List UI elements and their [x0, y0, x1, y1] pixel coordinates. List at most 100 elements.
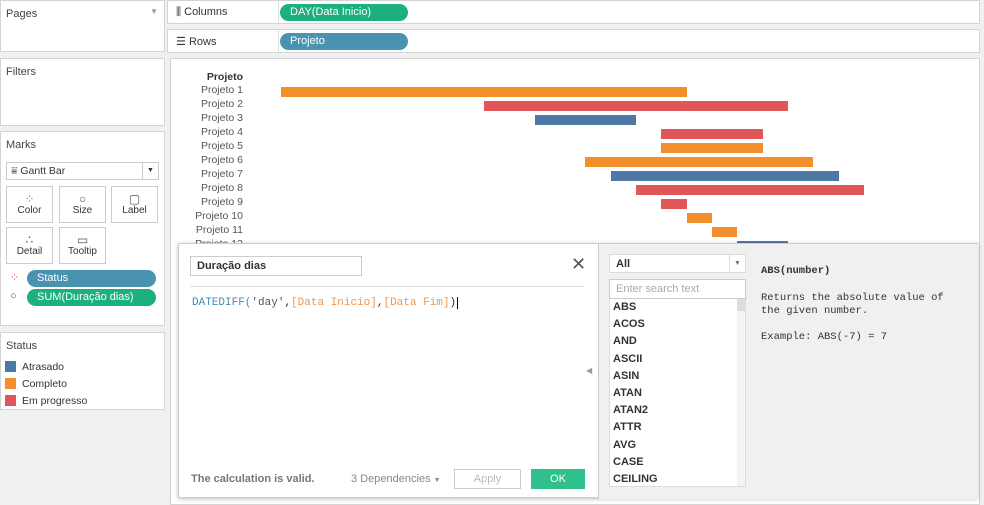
function-item[interactable]: AND — [610, 333, 745, 350]
function-item[interactable]: ACOS — [610, 316, 745, 333]
row-label: Projeto 9 — [200, 196, 243, 208]
legend-item[interactable]: Completo — [5, 378, 67, 390]
detail-label: Detail — [16, 246, 43, 257]
marks-title: Marks — [6, 139, 36, 151]
row-label: Projeto 5 — [200, 140, 243, 152]
label-button[interactable]: ▢ Label — [111, 186, 158, 223]
formula-field: [Data Inicio] — [291, 297, 377, 309]
calc-name-input[interactable]: Duração dias — [190, 256, 362, 276]
detail-button[interactable]: ∴ Detail — [6, 227, 53, 264]
function-item[interactable]: ATAN2 — [610, 402, 745, 419]
gantt-bar[interactable] — [661, 143, 763, 153]
columns-icon: ⫼ — [176, 6, 182, 18]
row-label: Projeto 8 — [200, 182, 243, 194]
category-select[interactable]: All ▼ — [609, 254, 746, 273]
rows-icon: ☰ — [176, 36, 186, 48]
calculation-dialog: Duração dias ✕ DATEDIFF('day',[Data Inic… — [178, 243, 978, 499]
ok-button[interactable]: OK — [531, 469, 585, 489]
legend-label: Atrasado — [22, 361, 65, 373]
function-item[interactable]: AVG — [610, 437, 745, 454]
legend-item[interactable]: Atrasado — [5, 361, 64, 373]
function-item[interactable]: CEILING — [610, 471, 745, 486]
text-cursor — [457, 297, 459, 309]
detail-icon: ∴ — [25, 233, 34, 247]
duration-pill[interactable]: SUM(Duração dias) — [27, 289, 156, 306]
legend-title: Status — [6, 340, 38, 352]
gantt-bar[interactable] — [711, 227, 738, 237]
scrollbar-thumb[interactable] — [737, 299, 745, 311]
function-panel: All ▼ Enter search text ABS ACOS AND ASCII AS… — [598, 244, 978, 499]
function-item[interactable]: CASE — [610, 454, 745, 471]
mark-type-value: Gantt Bar — [20, 165, 66, 177]
row-header: Projeto — [206, 71, 243, 83]
row-label: Projeto 10 — [195, 210, 243, 222]
gantt-bar[interactable] — [610, 171, 839, 181]
legend-label: Em progresso — [22, 395, 88, 407]
apply-button[interactable]: Apply — [454, 469, 521, 489]
rows-pill[interactable]: Projeto — [280, 33, 408, 50]
row-label: Projeto 1 — [200, 84, 243, 96]
formula-field: [Data Fim] — [383, 297, 450, 309]
swatch-atrasado — [5, 361, 16, 372]
formula-paren: ) — [449, 297, 457, 309]
status-legend: Status Atrasado Completo Em progresso — [0, 332, 165, 410]
pages-title: Pages — [6, 8, 38, 20]
gantt-bar[interactable] — [635, 185, 865, 195]
function-item[interactable]: ATAN — [610, 385, 745, 402]
columns-shelf[interactable]: ⫼ Columns DAY(Data Inicio) — [167, 0, 980, 24]
function-search-input[interactable]: Enter search text — [609, 279, 746, 299]
color-dots-icon: ⁘ — [24, 192, 35, 206]
rows-text: Rows — [188, 36, 217, 48]
size-icon: ○ — [78, 192, 87, 206]
gantt-chart: Projeto Projeto 1 Projeto 2 Projeto 3 Proje… — [171, 59, 979, 259]
label-label: Label — [122, 205, 147, 216]
gantt-bar[interactable] — [281, 87, 687, 97]
columns-text: Columns — [184, 6, 228, 18]
row-label: Projeto 6 — [200, 154, 243, 166]
validity-status: The calculation is valid. — [191, 473, 315, 485]
divider — [278, 30, 279, 52]
color-label: Color — [17, 205, 42, 216]
function-item[interactable]: ATTR — [610, 419, 745, 436]
formula-editor[interactable]: DATEDIFF('day',[Data Inicio],[Data Fim]) — [192, 297, 459, 309]
status-pill[interactable]: Status — [27, 270, 156, 287]
tooltip-button[interactable]: ▭ Tooltip — [59, 227, 106, 264]
chevron-down-icon[interactable]: ▼ — [150, 7, 158, 16]
color-button[interactable]: ⁘ Color — [6, 186, 53, 223]
row-label: Projeto 11 — [195, 224, 243, 236]
size-label: Size — [72, 205, 93, 216]
scrollbar[interactable] — [737, 299, 745, 486]
swatch-em-progresso — [5, 395, 16, 406]
function-item[interactable]: ASIN — [610, 368, 745, 385]
marks-panel: Marks ⩸ Gantt Bar ▼ ⁘ Color ○ Size ▢ Label … — [0, 131, 165, 326]
close-icon[interactable]: ✕ — [571, 254, 586, 275]
function-list[interactable]: ABS ACOS AND ASCII ASIN ATAN ATAN2 ATTR AVG CASE C… — [609, 299, 746, 487]
function-item[interactable]: ABS — [610, 299, 745, 316]
color-dots-icon: ⁘ — [10, 272, 20, 284]
gantt-bar[interactable] — [534, 115, 636, 125]
gantt-bar[interactable] — [686, 213, 712, 223]
mark-type-select[interactable]: ⩸ Gantt Bar ▼ — [6, 162, 159, 180]
formula-function: DATEDIFF( — [192, 297, 252, 309]
columns-pill[interactable]: DAY(Data Inicio) — [280, 4, 408, 21]
rows-shelf[interactable]: ☰ Rows Projeto — [167, 29, 980, 53]
filters-panel[interactable]: Filters — [0, 58, 165, 126]
row-label: Projeto 3 — [200, 112, 243, 124]
legend-label: Completo — [22, 378, 67, 390]
help-description: Returns the absolute value of the given … — [761, 292, 944, 317]
function-item[interactable]: ASCII — [610, 351, 745, 368]
dependencies-dropdown[interactable]: 3 Dependencies ▼ — [351, 473, 441, 485]
label-icon: ▢ — [128, 192, 141, 206]
row-label: Projeto 7 — [200, 168, 243, 180]
gantt-bar[interactable] — [661, 129, 763, 139]
dependencies-label: 3 Dependencies — [351, 473, 431, 485]
size-button[interactable]: ○ Size — [59, 186, 106, 223]
chevron-down-icon: ▼ — [729, 255, 745, 272]
gantt-bar[interactable] — [483, 101, 788, 111]
pages-panel: Pages ▼ — [0, 0, 165, 52]
collapse-arrow-icon[interactable]: ◀ — [586, 366, 592, 375]
gantt-bar[interactable] — [585, 157, 814, 167]
rows-label: ☰ Rows — [176, 35, 216, 48]
gantt-bar[interactable] — [661, 199, 687, 209]
legend-item[interactable]: Em progresso — [5, 395, 87, 407]
